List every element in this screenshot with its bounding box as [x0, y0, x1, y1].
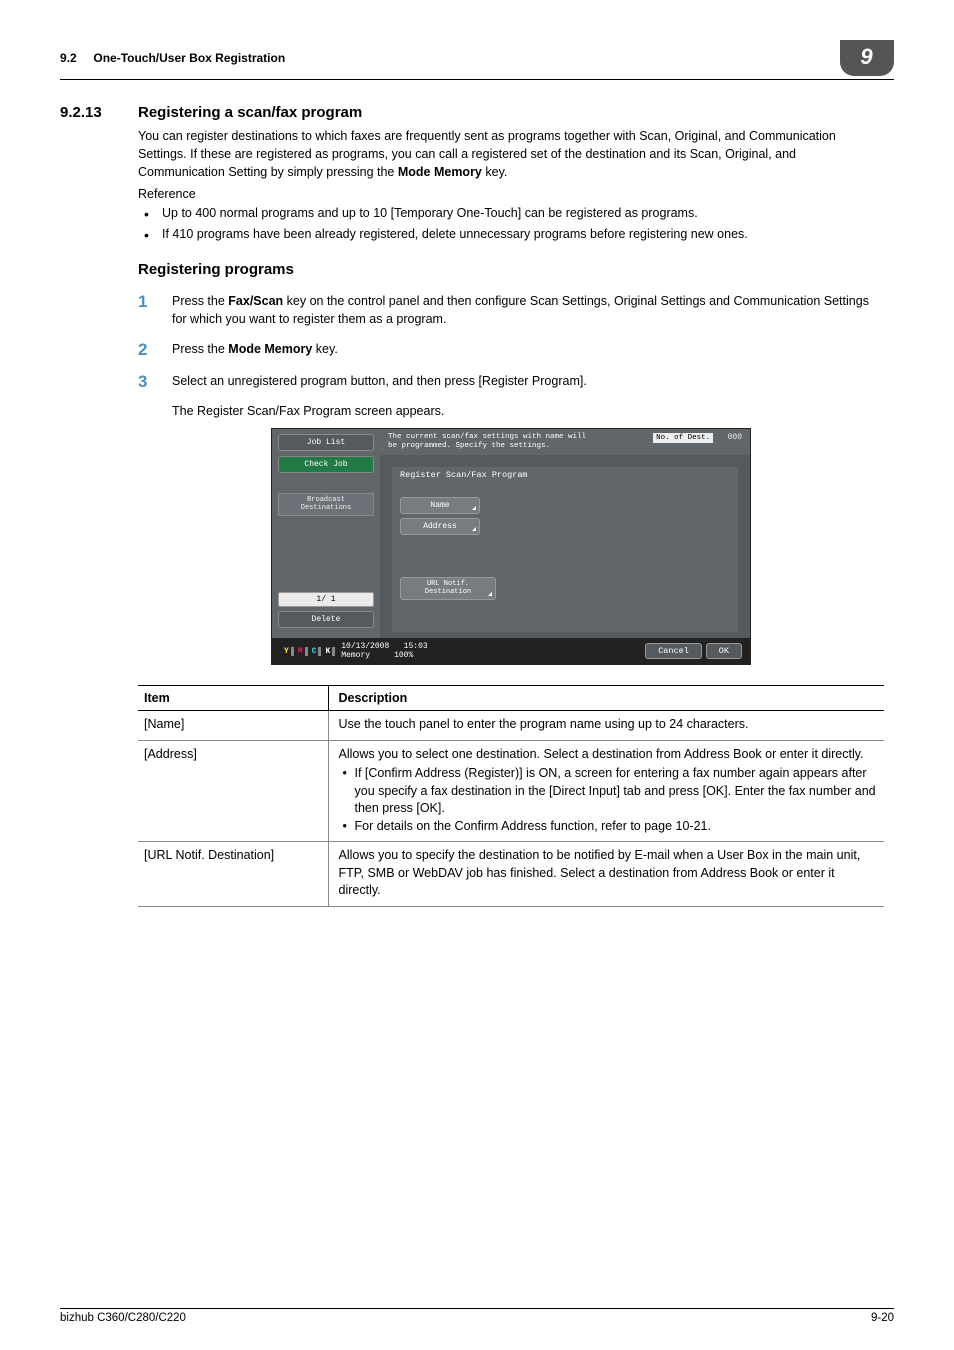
paginate-indicator: 1/ 1	[278, 592, 374, 607]
step-number: 1	[138, 292, 156, 328]
table-row: [URL Notif. Destination] Allows you to s…	[138, 842, 884, 907]
step-key: Fax/Scan	[228, 294, 283, 308]
cell-item: [Name]	[138, 711, 328, 741]
cell-desc: Use the touch panel to enter the program…	[328, 711, 884, 741]
url-notif-button[interactable]: URL Notif. Destination	[400, 577, 496, 600]
status-time: 15:03	[404, 642, 428, 651]
footer-model: bizhub C360/C280/C220	[60, 1312, 186, 1324]
reference-bullet: Up to 400 normal programs and up to 10 […	[138, 204, 884, 222]
section-number: 9.2.13	[60, 104, 120, 121]
table-row: [Name] Use the touch panel to enter the …	[138, 711, 884, 741]
cell-desc-text: Allows you to select one destination. Se…	[339, 747, 864, 761]
step-pre: Press the	[172, 294, 228, 308]
status-bar: Y M C K 10/13/2008 15:03 Memory 100% Can…	[272, 638, 750, 664]
toner-levels: Y M C K	[280, 647, 341, 656]
step-pre: Select an unregistered program button, a…	[172, 374, 587, 388]
subheading-registering-programs: Registering programs	[138, 261, 884, 278]
header-breadcrumb-text: One-Touch/User Box Registration	[93, 51, 285, 65]
name-field-button[interactable]: Name	[400, 497, 480, 514]
step-number: 2	[138, 340, 156, 360]
check-job-button[interactable]: Check Job	[278, 456, 374, 473]
ok-button[interactable]: OK	[706, 643, 742, 659]
footer-page: 9-20	[871, 1312, 894, 1324]
intro-key-modememorykey: Mode Memory	[398, 165, 482, 179]
page-footer: bizhub C360/C280/C220 9-20	[60, 1308, 894, 1324]
dest-count: 000	[728, 433, 742, 442]
cancel-button[interactable]: Cancel	[645, 643, 702, 659]
reference-bullets: Up to 400 normal programs and up to 10 […	[138, 204, 884, 242]
status-date: 10/13/2008	[341, 642, 389, 651]
delete-button[interactable]: Delete	[278, 611, 374, 628]
step-body: Select an unregistered program button, a…	[172, 372, 884, 392]
reference-bullet: If 410 programs have been already regist…	[138, 225, 884, 243]
status-memory-label: Memory	[341, 651, 370, 660]
step-2: 2 Press the Mode Memory key.	[138, 340, 884, 360]
header-section-ref: 9.2	[60, 51, 77, 65]
dest-label: No. of Dest.	[653, 433, 713, 443]
description-table: Item Description [Name] Use the touch pa…	[138, 685, 884, 907]
prompt-line2: be programmed. Specify the settings.	[388, 442, 586, 451]
table-row: [Address] Allows you to select one desti…	[138, 740, 884, 842]
col-description: Description	[328, 686, 884, 711]
toner-c: C	[312, 647, 317, 656]
cell-bullet: If [Confirm Address (Register)] is ON, a…	[339, 765, 879, 818]
intro-paragraph: You can register destinations to which f…	[138, 127, 884, 181]
toner-k: K	[325, 647, 330, 656]
register-panel: Name Address URL Notif. Destination	[392, 483, 738, 632]
panel-title: Register Scan/Fax Program	[392, 467, 738, 483]
step-key: Mode Memory	[228, 342, 312, 356]
chapter-badge: 9	[840, 40, 894, 76]
prompt-line1: The current scan/fax settings with name …	[388, 433, 586, 442]
step-body: Press the Mode Memory key.	[172, 340, 884, 360]
section-title: Registering a scan/fax program	[138, 104, 362, 121]
ss-sidebar: Job List Check Job Broadcast Destination…	[272, 429, 380, 638]
toner-y: Y	[284, 647, 289, 656]
register-program-screenshot: Job List Check Job Broadcast Destination…	[271, 428, 751, 665]
header-breadcrumb: 9.2 One-Touch/User Box Registration	[60, 51, 285, 65]
job-list-button[interactable]: Job List	[278, 434, 374, 451]
step-pre: Press the	[172, 342, 228, 356]
step-post: key.	[312, 342, 337, 356]
reference-label: Reference	[138, 187, 884, 201]
step-1: 1 Press the Fax/Scan key on the control …	[138, 292, 884, 328]
cell-item: [Address]	[138, 740, 328, 842]
status-memory-pct: 100%	[394, 651, 413, 660]
cell-item: [URL Notif. Destination]	[138, 842, 328, 907]
page-header: 9.2 One-Touch/User Box Registration 9	[60, 40, 894, 80]
step-3-extra: The Register Scan/Fax Program screen app…	[172, 404, 884, 418]
step-3: 3 Select an unregistered program button,…	[138, 372, 884, 392]
broadcast-destinations-label: Broadcast Destinations	[278, 493, 374, 516]
intro-text-b: key.	[482, 165, 507, 179]
status-datetime: 10/13/2008 15:03 Memory 100%	[341, 642, 427, 660]
prompt-bar: The current scan/fax settings with name …	[380, 429, 750, 455]
toner-m: M	[298, 647, 303, 656]
cell-desc: Allows you to specify the destination to…	[328, 842, 884, 907]
col-item: Item	[138, 686, 328, 711]
address-field-button[interactable]: Address	[400, 518, 480, 535]
step-body: Press the Fax/Scan key on the control pa…	[172, 292, 884, 328]
section-heading: 9.2.13 Registering a scan/fax program	[60, 104, 894, 121]
cell-desc: Allows you to select one destination. Se…	[328, 740, 884, 842]
step-number: 3	[138, 372, 156, 392]
cell-bullet: For details on the Confirm Address funct…	[339, 818, 879, 836]
